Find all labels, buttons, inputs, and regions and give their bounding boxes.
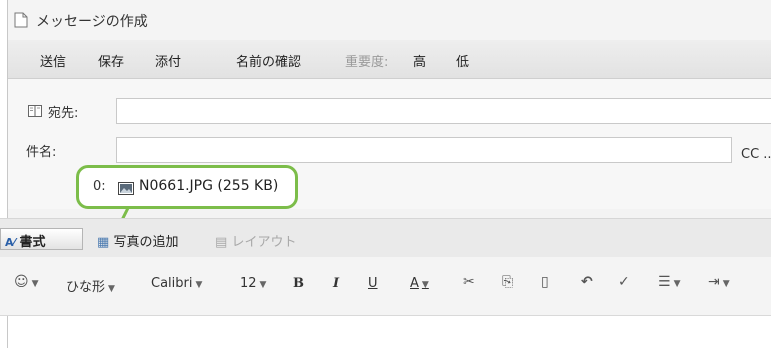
check-names-button[interactable]: 名前の確認 [236,51,301,70]
save-button[interactable]: 保存 [98,51,124,70]
chevron-down-icon: ▼ [722,279,730,289]
template-dropdown[interactable]: ひな形 ▼ [66,276,115,295]
font-label: Calibri [151,276,193,291]
layout-button[interactable]: ▤ レイアウト [215,231,296,250]
format-icon: A⁄ [5,236,16,249]
font-color-button[interactable]: A ▼ [410,276,429,291]
smiley-icon[interactable]: ☺ ▼ [14,274,39,290]
add-photo-button[interactable]: ▦ 写真の追加 [97,231,178,250]
paperclip-label: 0: [93,179,106,194]
subject-label: 件名: [26,145,57,160]
add-photo-label: 写真の追加 [113,235,179,250]
spellcheck-icon[interactable]: ✓ [618,274,630,290]
chevron-down-icon: ▼ [31,279,39,289]
chevron-down-icon: ▼ [108,284,115,294]
list-glyph: ☰ [658,274,671,290]
underline-button[interactable]: U [368,276,378,291]
importance-label: 重要度: [345,55,389,70]
photo-icon: ▦ [97,235,110,250]
paste-icon[interactable]: ▯ [541,274,549,290]
layout-icon: ▤ [215,235,228,250]
send-button[interactable]: 送信 [40,51,66,70]
image-file-icon [118,182,134,195]
window-title: メッセージの作成 [36,14,148,30]
font-dropdown[interactable]: Calibri ▼ [151,276,202,291]
chevron-down-icon: ▼ [673,279,681,289]
title-bar: メッセージの作成 [8,0,771,41]
format-button[interactable]: A⁄ 書式 [0,228,83,250]
layout-label: レイアウト [231,235,297,250]
list-icon[interactable]: ☰ ▼ [658,274,680,290]
chevron-down-icon: ▼ [195,280,203,290]
indent-glyph: ⇥ [708,274,720,290]
copy-icon[interactable]: ⎘ [502,274,513,290]
font-color-label: A [410,276,419,291]
template-label: ひな形 [66,280,106,295]
bold-button[interactable]: B [293,276,304,291]
chevron-down-icon: ▼ [421,280,429,290]
subject-input[interactable] [116,137,732,163]
importance-high-button[interactable]: 高 [413,51,426,70]
font-size-label: 12 [240,276,257,291]
attach-button[interactable]: 添付 [155,51,181,70]
chevron-down-icon: ▼ [259,280,267,290]
new-document-icon [14,12,28,28]
indent-icon[interactable]: ⇥ ▼ [708,274,730,290]
cc-link[interactable]: CC .. [741,147,771,162]
undo-icon[interactable]: ↶ [581,274,593,290]
format-button-label: 書式 [19,235,46,250]
italic-button[interactable]: I [333,276,339,291]
editor-toolbar: ☺ ▼ ひな形 ▼ Calibri ▼ 12 ▼ B I U A ▼ ✂ ⎘ ▯ ↶ ✓ … [0,257,771,316]
format-toolbar: A⁄ 書式 ▦ 写真の追加 ▤ レイアウト [0,218,771,258]
font-size-dropdown[interactable]: 12 ▼ [240,276,266,291]
importance-low-button[interactable]: 低 [456,51,469,70]
main-toolbar: 送信 保存 添付 名前の確認 重要度: 高 低 [8,40,771,79]
attachment-file[interactable]: N0661.JPG (255 KB) [139,178,278,194]
to-label: 宛先: [48,106,79,121]
cut-icon[interactable]: ✂ [463,274,475,290]
address-book-icon[interactable] [28,105,42,117]
message-body[interactable] [8,316,771,356]
to-input[interactable] [116,98,771,124]
